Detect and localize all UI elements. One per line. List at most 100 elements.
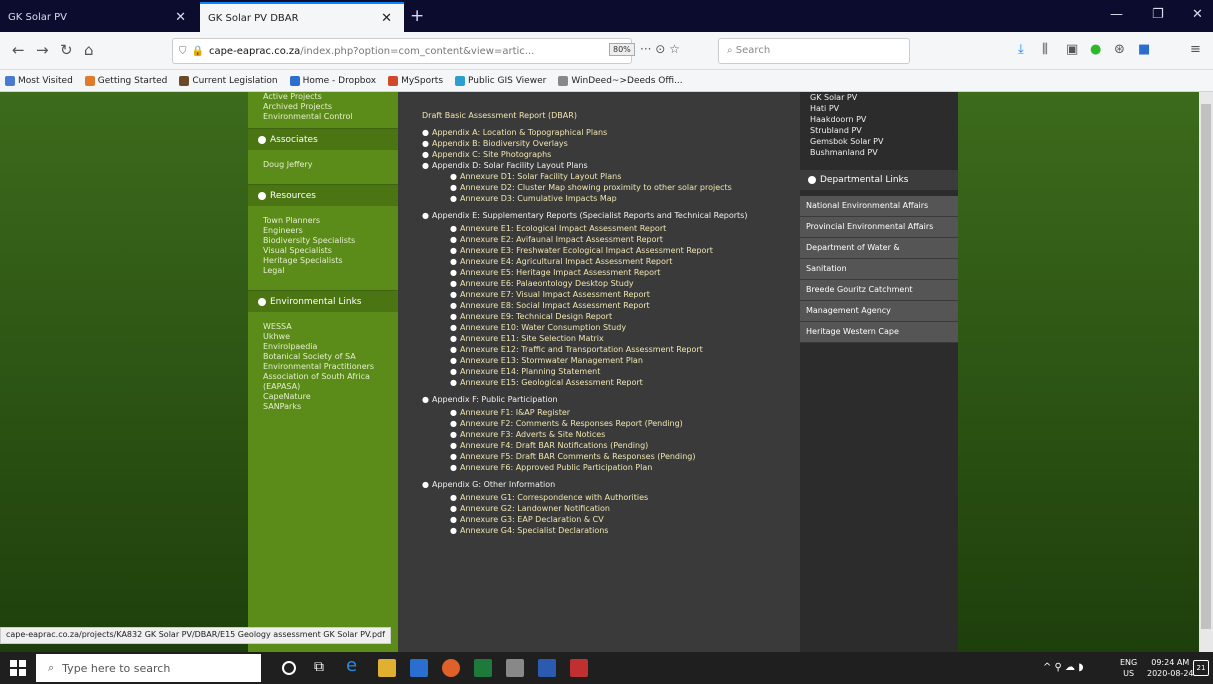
cortana-icon[interactable] xyxy=(282,661,296,675)
left-link[interactable]: (EAPASA) xyxy=(248,382,398,392)
bookmark-getting-started[interactable]: Getting Started xyxy=(84,75,167,86)
extension-icon[interactable]: ● xyxy=(1090,42,1101,57)
annexure-link[interactable]: ● Annexure G4: Specialist Declarations xyxy=(398,525,800,536)
bookmark-windeed[interactable]: WinDeed~>Deeds Offi... xyxy=(558,75,683,86)
left-link[interactable]: Legal xyxy=(248,266,398,276)
word-icon[interactable] xyxy=(538,659,556,677)
annexure-link[interactable]: ● Annexure E3: Freshwater Ecological Impa… xyxy=(398,245,800,256)
forward-icon[interactable]: → xyxy=(36,41,49,59)
scrollbar[interactable] xyxy=(1199,92,1213,652)
left-link[interactable]: Association of South Africa xyxy=(248,372,398,382)
annexure-link[interactable]: ● Annexure E10: Water Consumption Study xyxy=(398,322,800,333)
left-link[interactable]: Ukhwe xyxy=(248,332,398,342)
annexure-link[interactable]: ● Annexure E8: Social Impact Assessment R… xyxy=(398,300,800,311)
annexure-link[interactable]: ● Annexure F2: Comments & Responses Repor… xyxy=(398,418,800,429)
bookmark-home-dropbox[interactable]: Home - Dropbox xyxy=(289,75,376,86)
account-icon[interactable]: ■ xyxy=(1138,42,1150,57)
system-tray-icons[interactable]: ^ ⚲ ☁ ◗ xyxy=(1043,662,1084,673)
project-link[interactable]: GK Solar PV xyxy=(800,92,958,103)
dept-link[interactable]: Management Agency xyxy=(800,301,958,322)
new-tab-icon[interactable]: + xyxy=(410,6,424,26)
annexure-link[interactable]: ● Annexure E7: Visual Impact Assessment R… xyxy=(398,289,800,300)
bookmark-most-visited[interactable]: Most Visited xyxy=(5,75,73,86)
annexure-link[interactable]: ● Annexure F5: Draft BAR Comments & Respo… xyxy=(398,451,800,462)
left-link[interactable]: WESSA xyxy=(248,322,398,332)
task-view-icon[interactable]: ⧉ xyxy=(314,659,332,677)
annexure-link[interactable]: ● Annexure F4: Draft BAR Notifications (P… xyxy=(398,440,800,451)
more-icon[interactable]: ··· xyxy=(640,42,651,56)
dept-link[interactable]: Provincial Environmental Affairs xyxy=(800,217,958,238)
library-icon[interactable]: ⫼ xyxy=(1042,42,1048,57)
close-icon[interactable]: ✕ xyxy=(377,11,396,26)
project-link[interactable]: Hati PV xyxy=(800,103,958,114)
left-link[interactable]: Doug Jeffery xyxy=(248,160,398,170)
dept-link[interactable]: Sanitation xyxy=(800,259,958,280)
left-link[interactable]: Active Projects xyxy=(248,92,398,102)
language-indicator[interactable]: ENG US xyxy=(1120,657,1137,679)
annexure-link[interactable]: ● Annexure E14: Planning Statement xyxy=(398,366,800,377)
restore-icon[interactable]: ❐ xyxy=(1152,7,1164,22)
page-actions[interactable]: ··· ⊙ ☆ xyxy=(640,42,680,56)
left-link[interactable]: Botanical Society of SA xyxy=(248,352,398,362)
annexure-link[interactable]: ● Annexure F3: Adverts & Site Notices xyxy=(398,429,800,440)
annexure-link[interactable]: ● Annexure E15: Geological Assessment Rep… xyxy=(398,377,800,388)
left-link[interactable]: Visual Specialists xyxy=(248,246,398,256)
project-link[interactable]: Bushmanland PV xyxy=(800,147,958,158)
project-link[interactable]: Strubland PV xyxy=(800,125,958,136)
dept-link[interactable]: Department of Water & xyxy=(800,238,958,259)
tab-gk-solar-pv[interactable]: GK Solar PV ✕ xyxy=(0,2,198,32)
menu-icon[interactable]: ≡ xyxy=(1190,42,1201,57)
outlook-icon[interactable] xyxy=(410,659,428,677)
annexure-link[interactable]: ● Annexure E2: Avifaunal Impact Assessmen… xyxy=(398,234,800,245)
annexure-link[interactable]: ● Annexure E11: Site Selection Matrix xyxy=(398,333,800,344)
left-link[interactable]: SANParks xyxy=(248,402,398,412)
annexure-link[interactable]: ● Annexure E13: Stormwater Management Pla… xyxy=(398,355,800,366)
annexure-link[interactable]: ● Annexure D3: Cumulative Impacts Map xyxy=(398,193,800,204)
home-icon[interactable]: ⌂ xyxy=(84,41,94,59)
left-link[interactable]: Archived Projects xyxy=(248,102,398,112)
annexure-link[interactable]: ● Annexure E5: Heritage Impact Assessment… xyxy=(398,267,800,278)
annexure-link[interactable]: ● Annexure E12: Traffic and Transportatio… xyxy=(398,344,800,355)
annexure-link[interactable]: ● Annexure G1: Correspondence with Author… xyxy=(398,492,800,503)
project-link[interactable]: Gemsbok Solar PV xyxy=(800,136,958,147)
project-link[interactable]: Haakdoorn PV xyxy=(800,114,958,125)
left-link[interactable]: Environmental Practitioners xyxy=(248,362,398,372)
content-title[interactable]: Draft Basic Assessment Report (DBAR) xyxy=(398,110,800,121)
file-explorer-icon[interactable] xyxy=(378,659,396,677)
dept-link[interactable]: Breede Gouritz Catchment xyxy=(800,280,958,301)
annexure-link[interactable]: ● Annexure F6: Approved Public Participat… xyxy=(398,462,800,473)
sidebar-icon[interactable]: ▣ xyxy=(1066,42,1078,57)
left-link[interactable]: Engineers xyxy=(248,226,398,236)
left-link[interactable]: Environmental Control xyxy=(248,112,398,122)
close-window-icon[interactable]: ✕ xyxy=(1192,7,1203,22)
dept-link[interactable]: Heritage Western Cape xyxy=(800,322,958,343)
excel-icon[interactable] xyxy=(474,659,492,677)
app-icon[interactable] xyxy=(506,659,524,677)
bookmark-public-gis-viewer[interactable]: Public GIS Viewer xyxy=(455,75,546,86)
bookmark-star-icon[interactable]: ☆ xyxy=(669,42,680,56)
annexure-link[interactable]: ● Annexure G3: EAP Declaration & CV xyxy=(398,514,800,525)
bookmark-mysports[interactable]: MySports xyxy=(388,75,443,86)
left-link[interactable]: Biodiversity Specialists xyxy=(248,236,398,246)
bookmark-current-legislation[interactable]: Current Legislation xyxy=(179,75,278,86)
edge-icon[interactable]: e xyxy=(346,655,364,676)
close-icon[interactable]: ✕ xyxy=(171,10,190,25)
left-link[interactable]: Town Planners xyxy=(248,216,398,226)
url-bar[interactable]: ⛉ 🔒 cape-eaprac.co.za /index.php?option=… xyxy=(172,38,632,64)
addon-icon[interactable]: ⊛ xyxy=(1114,42,1125,57)
annexure-link[interactable]: ● Annexure F1: I&AP Register xyxy=(398,407,800,418)
zoom-level[interactable]: 80% xyxy=(609,43,635,56)
download-icon[interactable]: ⤓ xyxy=(1018,42,1024,57)
pocket-icon[interactable]: ⊙ xyxy=(655,42,665,56)
scrollbar-thumb[interactable] xyxy=(1201,104,1211,629)
tab-gk-solar-pv-dbar[interactable]: GK Solar PV DBAR ✕ xyxy=(200,2,404,32)
left-link[interactable]: Envirolpaedia xyxy=(248,342,398,352)
reload-icon[interactable]: ↻ xyxy=(60,41,73,59)
notification-icon[interactable]: 21 xyxy=(1193,660,1209,676)
search-input[interactable]: ⌕ Search xyxy=(718,38,910,64)
windows-start-icon[interactable] xyxy=(10,660,26,676)
annexure-link[interactable]: ● Annexure G2: Landowner Notification xyxy=(398,503,800,514)
annexure-link[interactable]: ● Annexure E1: Ecological Impact Assessme… xyxy=(398,223,800,234)
annexure-link[interactable]: ● Annexure E9: Technical Design Report xyxy=(398,311,800,322)
acrobat-icon[interactable] xyxy=(570,659,588,677)
